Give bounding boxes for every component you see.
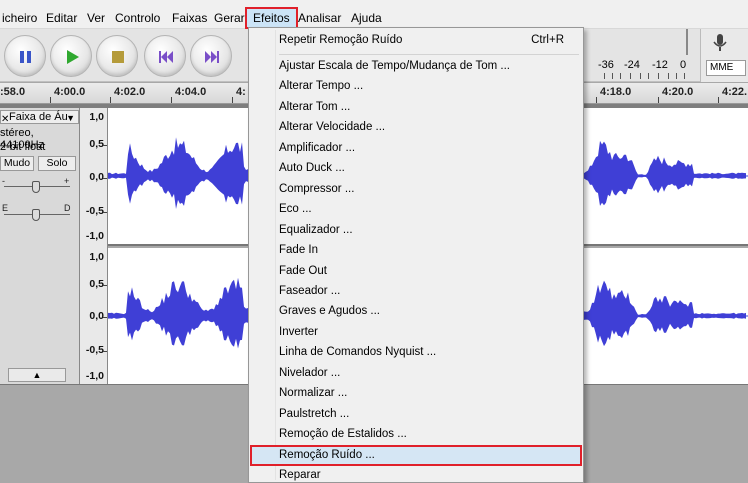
menu-item-effect[interactable]: Inverter: [250, 322, 582, 342]
menu-item-effect[interactable]: Alterar Tom ...: [250, 97, 582, 117]
menu-file[interactable]: icheiro: [0, 9, 39, 27]
collapse-button[interactable]: ▲: [8, 368, 66, 382]
scale-label: -0,5: [85, 205, 104, 217]
menu-item-effect[interactable]: Fade Out: [250, 261, 582, 281]
menu-item-label: Repetir Remoção Ruído: [279, 34, 403, 46]
mute-button[interactable]: Mudo: [0, 156, 34, 171]
effects-menu: Repetir Remoção Ruído Ctrl+R Ajustar Esc…: [248, 27, 584, 483]
menu-edit[interactable]: Editar: [44, 9, 79, 27]
menu-effects[interactable]: Efeitos: [245, 7, 298, 29]
menu-tracks[interactable]: Faixas: [170, 9, 209, 27]
track-name-dropdown[interactable]: ✕ Faixa de Áu ▼: [0, 110, 79, 126]
scale-label: 1,0: [89, 251, 104, 263]
skip-end-icon: [205, 51, 219, 63]
scale-label: -0,5: [85, 344, 104, 356]
scale-label: 0,5: [89, 138, 104, 150]
meter-label: -36: [598, 59, 614, 71]
menu-item-effect[interactable]: Nivelador ...: [250, 363, 582, 383]
gain-slider[interactable]: [32, 181, 40, 193]
ruler-label: 4:: [236, 86, 246, 98]
skip-start-button[interactable]: [144, 35, 186, 77]
menu-view[interactable]: Ver: [85, 9, 107, 27]
amplitude-scale-right: 1,0 0,5 0,0 -0,5 -1,0: [80, 246, 108, 384]
level-meter: -36 -24 -12 0: [590, 29, 700, 82]
close-icon[interactable]: ✕: [1, 114, 9, 126]
scale-label: 0,5: [89, 278, 104, 290]
ruler-label: 4:22.: [722, 86, 748, 98]
menu-item-effect[interactable]: Compressor ...: [250, 179, 582, 199]
menu-item-effect[interactable]: Alterar Velocidade ...: [250, 117, 582, 137]
stop-icon: [112, 51, 124, 63]
meter-label: 0: [680, 59, 687, 71]
scale-label: 0,0: [89, 171, 104, 183]
ruler-label: 4:02.0: [114, 86, 146, 98]
play-icon: [67, 50, 79, 64]
pan-right-label: D: [64, 203, 71, 213]
pause-icon: [20, 51, 31, 63]
chevron-down-icon: ▼: [66, 113, 75, 123]
ruler-label: 4:04.0: [175, 86, 207, 98]
menu-transport[interactable]: Controlo: [113, 9, 162, 27]
menu-generate[interactable]: Gerar: [212, 9, 247, 27]
menu-item-effect[interactable]: Amplificador ...: [250, 138, 582, 158]
ruler-label: 4:00.0: [54, 86, 86, 98]
track-name: Faixa de Áu: [9, 111, 68, 123]
skip-start-icon: [159, 51, 173, 63]
menu-item-effect[interactable]: Linha de Comandos Nyquist ...: [250, 342, 582, 362]
microphone-icon: [713, 34, 727, 51]
pause-button[interactable]: [4, 35, 46, 77]
menu-item-effect[interactable]: Paulstretch ...: [250, 404, 582, 424]
host-select[interactable]: MME: [706, 60, 746, 76]
skip-end-button[interactable]: [190, 35, 232, 77]
scale-label: 0,0: [89, 310, 104, 322]
gain-minus-label: -: [2, 176, 5, 186]
menu-bar: icheiro Editar Ver Controlo Faixas Gerar…: [0, 0, 748, 29]
scale-label: 1,0: [89, 111, 104, 123]
menu-item-effect[interactable]: Faseador ...: [250, 281, 582, 301]
meter-label: -24: [624, 59, 640, 71]
play-button[interactable]: [50, 35, 92, 77]
menu-item-effect[interactable]: Equalizador ...: [250, 220, 582, 240]
menu-item-repeat[interactable]: Repetir Remoção Ruído Ctrl+R: [250, 30, 582, 50]
menu-item-effect[interactable]: Remoção Ruído ...: [250, 444, 582, 466]
ruler-label: :58.0: [0, 86, 26, 98]
pan-left-label: E: [2, 203, 9, 213]
menu-item-effect[interactable]: Normalizar ...: [250, 383, 582, 403]
gain-plus-label: +: [64, 176, 70, 186]
menu-help[interactable]: Ajuda: [349, 9, 384, 27]
track-control-panel: ✕ Faixa de Áu ▼ stéreo, 44100Hz 2-bit fl…: [0, 108, 80, 384]
scale-label: -1,0: [85, 230, 104, 242]
ruler-label: 4:20.0: [662, 86, 694, 98]
menu-item-effect[interactable]: Fade In: [250, 240, 582, 260]
menu-item-effect[interactable]: Remoção de Estalidos ...: [250, 424, 582, 444]
menu-item-effect[interactable]: Eco ...: [250, 199, 582, 219]
track-bitdepth: 2-bit float: [0, 141, 46, 153]
meter-label: -12: [652, 59, 668, 71]
pan-slider[interactable]: [32, 209, 40, 221]
menu-item-effect[interactable]: Auto Duck ...: [250, 158, 582, 178]
stop-button[interactable]: [96, 35, 138, 77]
ruler-label: 4:18.0: [600, 86, 632, 98]
menu-item-effect[interactable]: Alterar Tempo ...: [250, 76, 582, 96]
menu-analyze[interactable]: Analisar: [296, 9, 343, 27]
menu-item-effect[interactable]: Reparar: [250, 465, 582, 483]
menu-item-effect[interactable]: Graves e Agudos ...: [250, 301, 582, 321]
solo-button[interactable]: Solo: [38, 156, 76, 171]
menu-item-shortcut: Ctrl+R: [531, 34, 564, 46]
scale-label: -1,0: [85, 370, 104, 382]
menu-item-effect[interactable]: Ajustar Escala de Tempo/Mudança de Tom .…: [250, 56, 582, 76]
amplitude-scale-left: 1,0 0,5 0,0 -0,5 -1,0: [80, 108, 108, 246]
